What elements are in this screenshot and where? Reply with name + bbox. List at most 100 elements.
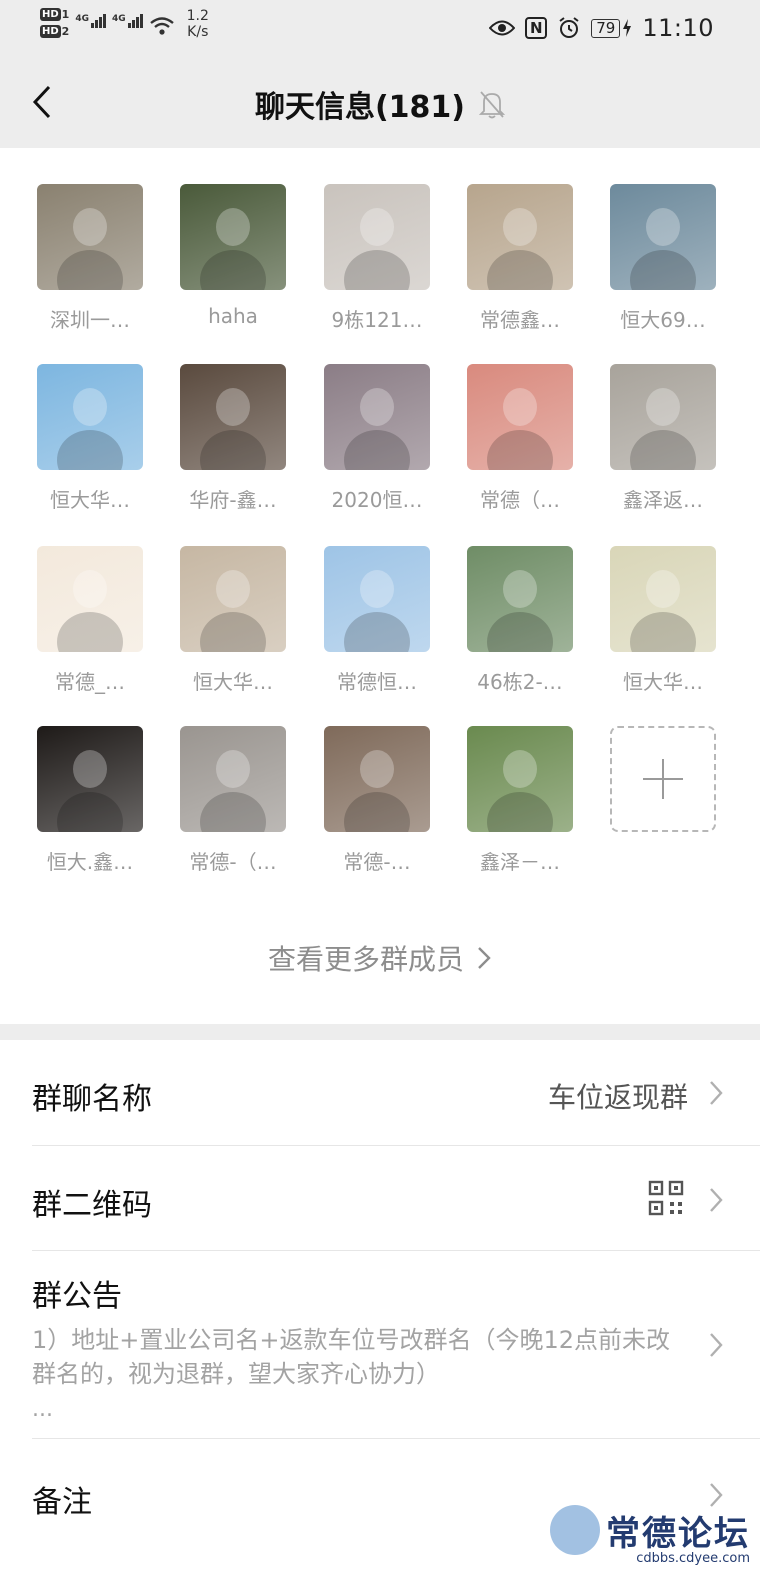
signal-icon: 4G — [75, 14, 106, 28]
member-avatar — [180, 364, 286, 470]
member-avatar — [37, 184, 143, 290]
member-avatar — [467, 546, 573, 652]
status-bar: HD 1 HD 2 4G 4G 1.2 K/s N 79 11:10 — [0, 0, 760, 56]
member-name: 恒大.鑫… — [46, 850, 134, 874]
group-name-row[interactable]: 群聊名称 车位返现群 — [0, 1040, 760, 1146]
member-item[interactable]: haha — [173, 184, 293, 328]
member-avatar — [37, 546, 143, 652]
member-item[interactable]: 鑫泽返… — [603, 364, 723, 513]
member-item[interactable]: 深圳一… — [30, 184, 150, 333]
member-name: 常德（… — [480, 488, 560, 512]
plus-icon — [643, 759, 683, 799]
nav-bar: 聊天信息(181) — [0, 56, 760, 148]
group-notice-text: 1）地址+置业公司名+返款车位号改群名（今晚12点前未改群名的，视为退群，望大家… — [32, 1326, 671, 1388]
member-item[interactable]: 2020恒… — [317, 364, 437, 513]
qr-code-row[interactable]: 群二维码 — [0, 1146, 760, 1250]
hd1-indicator: HD 1 — [40, 8, 70, 21]
clock: 11:10 — [642, 14, 714, 42]
bell-muted-icon — [479, 91, 506, 119]
member-item[interactable]: 恒大华… — [603, 546, 723, 695]
member-name: 恒大华… — [50, 488, 130, 512]
member-name: 常德-（… — [189, 850, 277, 874]
settings-panel: 群聊名称 车位返现群 群二维码 群公告 1）地址+置业公司名+返款车位号改群名（… — [0, 1040, 760, 1579]
member-item[interactable]: 常德-（… — [173, 726, 293, 875]
eye-icon — [489, 20, 516, 36]
member-name: 鑫泽－… — [480, 850, 560, 874]
member-item[interactable]: 恒大华… — [173, 546, 293, 695]
member-item[interactable]: 恒大69… — [603, 184, 723, 333]
member-avatar — [180, 184, 286, 290]
add-member-tile — [610, 726, 716, 832]
member-item[interactable]: 常德_… — [30, 546, 150, 695]
member-name: 9栋121… — [331, 308, 423, 332]
member-avatar — [180, 726, 286, 832]
member-name: 华府-鑫… — [189, 488, 277, 512]
remark-label: 备注 — [32, 1485, 92, 1520]
group-notice-ellipsis: ... — [32, 1397, 53, 1422]
member-avatar — [467, 364, 573, 470]
member-avatar — [37, 364, 143, 470]
member-item[interactable]: 常德（… — [460, 364, 580, 513]
member-avatar — [324, 184, 430, 290]
group-name-label: 群聊名称 — [32, 1082, 152, 1117]
add-member-button[interactable] — [603, 726, 723, 832]
member-item[interactable]: 常德-… — [317, 726, 437, 875]
member-avatar — [610, 546, 716, 652]
members-panel: 深圳一… haha 9栋121… 常德鑫… 恒大69… 恒大华… 华府-鑫… 2020恒… 常德… — [0, 148, 760, 1024]
member-item[interactable]: 华府-鑫… — [173, 364, 293, 513]
battery-icon: 79 — [591, 18, 632, 38]
member-avatar — [180, 546, 286, 652]
view-more-members-link[interactable]: 查看更多群成员 — [0, 938, 760, 978]
qr-code-icon — [648, 1180, 684, 1216]
member-avatar — [324, 364, 430, 470]
member-name: haha — [208, 304, 258, 328]
group-notice-label: 群公告 — [32, 1279, 122, 1314]
page-title: 聊天信息(181) — [0, 82, 760, 126]
wifi-icon — [149, 17, 174, 35]
nfc-icon: N — [525, 17, 548, 39]
member-item[interactable]: 常德鑫… — [460, 184, 580, 333]
member-name: 恒大华… — [193, 670, 273, 694]
member-avatar — [610, 184, 716, 290]
member-avatar — [324, 546, 430, 652]
forum-logo-icon — [550, 1505, 600, 1555]
watermark-text: 常德论坛 — [606, 1513, 750, 1554]
member-avatar — [37, 726, 143, 832]
page-title-text: 聊天信息(181) — [254, 90, 466, 125]
member-name: 常德恒… — [337, 670, 417, 694]
member-avatar — [467, 726, 573, 832]
member-name: 46栋2-… — [477, 670, 563, 694]
member-name: 鑫泽返… — [623, 488, 703, 512]
member-name: 恒大华… — [623, 670, 703, 694]
hd2-indicator: HD 2 — [40, 25, 70, 38]
member-item[interactable]: 恒大.鑫… — [30, 726, 150, 875]
member-item[interactable]: 鑫泽－… — [460, 726, 580, 875]
member-name: 常德_… — [55, 670, 125, 694]
member-name: 常德-… — [343, 850, 411, 874]
chevron-right-icon — [710, 1333, 723, 1357]
view-more-members-label: 查看更多群成员 — [267, 943, 464, 976]
status-right: N 79 11:10 — [489, 14, 714, 42]
chevron-right-icon — [710, 1081, 723, 1105]
member-name: 恒大69… — [620, 308, 706, 332]
member-name: 深圳一… — [50, 308, 130, 332]
member-avatar — [610, 364, 716, 470]
alarm-icon — [559, 17, 579, 38]
qr-code-label: 群二维码 — [32, 1188, 152, 1223]
group-notice-row[interactable]: 群公告 1）地址+置业公司名+返款车位号改群名（今晚12点前未改群名的，视为退群… — [0, 1251, 760, 1439]
member-item[interactable]: 46栋2-… — [460, 546, 580, 695]
network-speed: 1.2 K/s — [186, 8, 209, 40]
member-name: 常德鑫… — [480, 308, 560, 332]
member-item[interactable]: 常德恒… — [317, 546, 437, 695]
member-name: 2020恒… — [331, 488, 423, 512]
chevron-right-icon — [478, 947, 491, 969]
signal-icon: 4G — [112, 14, 143, 28]
watermark-url: cdbbs.cdyee.com — [636, 1551, 750, 1566]
chevron-right-icon — [710, 1188, 723, 1212]
status-left: HD 1 HD 2 4G 4G 1.2 K/s — [40, 8, 209, 40]
forum-watermark: 常德论坛 cdbbs.cdyee.com — [550, 1505, 750, 1566]
member-item[interactable]: 9栋121… — [317, 184, 437, 333]
member-item[interactable]: 恒大华… — [30, 364, 150, 513]
member-avatar — [467, 184, 573, 290]
member-avatar — [324, 726, 430, 832]
